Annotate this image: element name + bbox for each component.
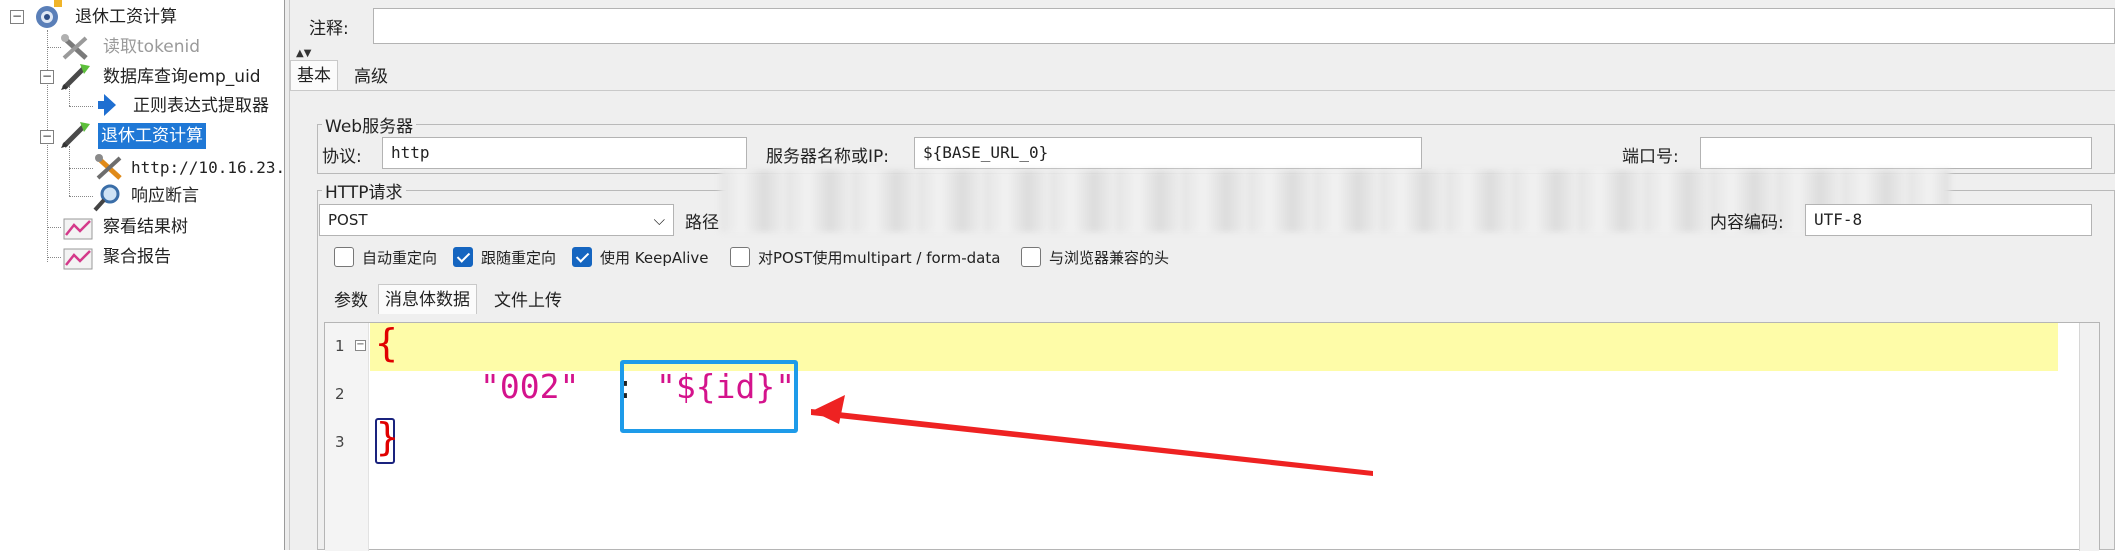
tree-connector: [69, 146, 70, 196]
method-select[interactable]: POST ⌵: [319, 204, 674, 236]
tree-item-testplan[interactable]: 退休工资计算: [72, 4, 180, 30]
comment-input[interactable]: [373, 8, 2115, 44]
chevron-down-icon: ⌵: [653, 211, 665, 229]
http-request-legend: HTTP请求: [325, 183, 403, 203]
tree-item-label: 退休工资计算: [98, 123, 206, 149]
port-input[interactable]: [1700, 137, 2092, 169]
tree-item-label: 数据库查询emp_uid: [103, 67, 261, 87]
checkbox-box: [334, 246, 354, 267]
request-body-editor[interactable]: 1 − 2 3 { "002" : "${id}" }: [324, 321, 2100, 551]
expand-toggle-icon[interactable]: −: [40, 130, 54, 144]
tree-connector: [47, 257, 61, 258]
assertion-magnifier-icon: [92, 182, 126, 212]
listener-chart-icon: [62, 243, 96, 273]
tab-body-data[interactable]: 消息体数据: [378, 284, 477, 314]
tree-item-read-tokenid[interactable]: 读取tokenid: [100, 34, 203, 60]
server-name-label: 服务器名称或IP:: [766, 147, 889, 167]
checkbox-label: 跟随重定向: [481, 249, 557, 267]
tree-item-regex-extractor[interactable]: 正则表达式提取器: [130, 93, 272, 119]
tree-connector: [69, 196, 93, 197]
annotation-arrow: [811, 395, 1373, 476]
checkbox-label: 对POST使用multipart / form-data: [758, 249, 1001, 267]
extractor-arrow-icon: [96, 90, 130, 120]
tree-item-label: 读取tokenid: [103, 37, 201, 57]
port-label: 端口号:: [1622, 147, 1679, 167]
protocol-label: 协议:: [322, 147, 362, 167]
tree-connector: [69, 106, 93, 107]
sampler-pen-icon: [58, 120, 92, 150]
tab-advanced[interactable]: 高级: [348, 62, 394, 92]
expand-toggle-icon[interactable]: −: [40, 70, 54, 84]
tree-item-label: 退休工资计算: [75, 7, 177, 27]
checkbox-keepalive[interactable]: 使用 KeepAlive: [572, 246, 709, 270]
collapse-arrows-icon[interactable]: ▲▼: [296, 48, 311, 59]
web-server-legend: Web服务器: [325, 117, 414, 137]
checkbox-follow-redirect[interactable]: 跟随重定向: [453, 246, 556, 270]
encoding-input[interactable]: UTF-8: [1805, 204, 2092, 236]
tree-item-view-results-tree[interactable]: 察看结果树: [100, 214, 191, 240]
tree-item-label: 聚合报告: [103, 247, 171, 267]
test-plan-tree[interactable]: − 退休工资计算 读取tokenid − 数据库查询emp_uid 正则表达式提…: [0, 0, 295, 550]
encoding-label: 内容编码:: [1710, 213, 1784, 233]
tab-file-upload[interactable]: 文件上传: [488, 286, 568, 316]
path-label: 路径: [685, 213, 719, 233]
editor-scrollbar[interactable]: [2079, 323, 2099, 551]
tree-item-http-header[interactable]: http://10.16.23.1: [128, 155, 298, 181]
tree-item-label: 响应断言: [131, 186, 199, 206]
checkbox-box: [730, 246, 750, 267]
tree-item-db-query[interactable]: 数据库查询emp_uid: [100, 64, 264, 90]
tab-params[interactable]: 参数: [328, 286, 374, 316]
tree-item-label: 察看结果树: [103, 217, 188, 237]
listener-chart-icon: [62, 213, 96, 243]
testplan-gear-icon: [30, 0, 64, 30]
tab-basic[interactable]: 基本: [290, 60, 338, 90]
server-name-input[interactable]: ${BASE_URL_0}: [914, 137, 1422, 169]
tree-connector: [47, 227, 61, 228]
comment-label: 注释:: [309, 19, 349, 39]
tree-item-label: 正则表达式提取器: [133, 96, 269, 116]
sampler-pen-icon: [58, 62, 92, 92]
checkbox-auto-redirect[interactable]: 自动重定向: [334, 246, 437, 270]
tree-item-label: http://10.16.23.1: [131, 158, 295, 177]
checkbox-label: 使用 KeepAlive: [600, 249, 709, 267]
checkbox-checked-icon: [453, 246, 473, 267]
checkbox-multipart[interactable]: 对POST使用multipart / form-data: [730, 246, 1000, 270]
checkbox-label: 自动重定向: [362, 249, 438, 267]
tree-item-retirement-calc[interactable]: 退休工资计算: [98, 123, 206, 149]
checkbox-label: 与浏览器兼容的头: [1049, 249, 1170, 267]
checkbox-checked-icon: [572, 246, 592, 267]
protocol-input[interactable]: http: [382, 137, 747, 169]
checkbox-box: [1021, 246, 1041, 267]
checkbox-browser-compatible[interactable]: 与浏览器兼容的头: [1021, 246, 1169, 270]
config-tools-icon: [58, 32, 92, 62]
expand-toggle-icon[interactable]: −: [10, 10, 24, 24]
tree-connector: [69, 168, 93, 169]
tree-item-response-assertion[interactable]: 响应断言: [128, 183, 202, 209]
tree-item-aggregate-report[interactable]: 聚合报告: [100, 244, 174, 270]
tab-divider: [290, 90, 2115, 91]
config-tools-icon: [92, 152, 126, 182]
method-select-value: POST: [328, 211, 368, 229]
